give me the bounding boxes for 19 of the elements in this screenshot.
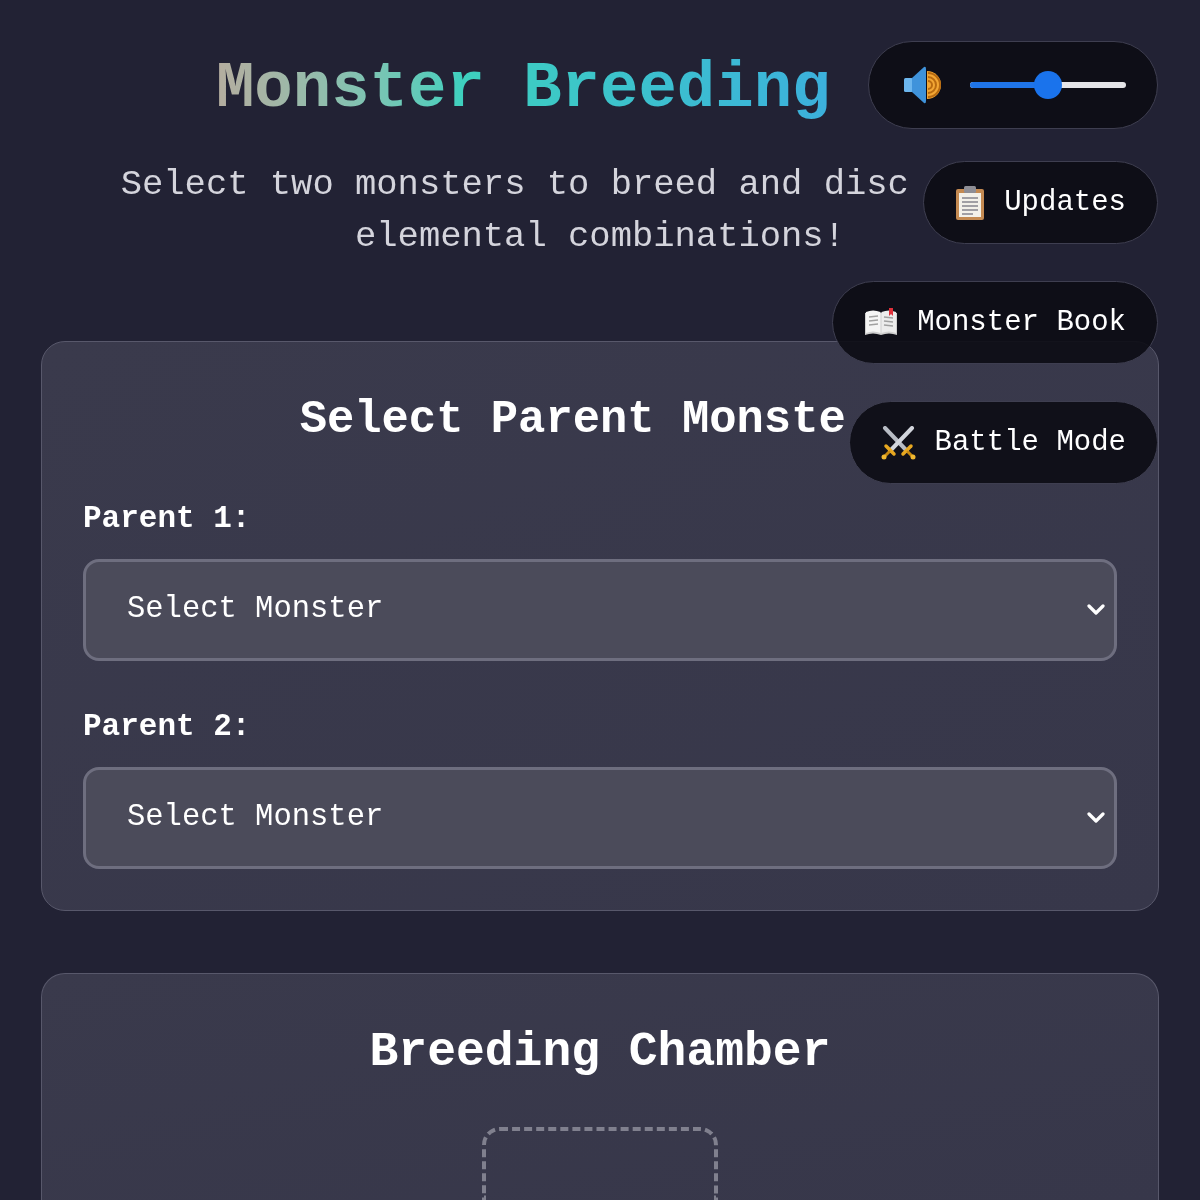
empty-monster-slot[interactable] [482,1127,718,1200]
chevron-down-icon [1087,604,1105,616]
page-subtitle: Select two monsters to breed and disc [120,163,909,207]
page-subtitle: elemental combinations! [355,215,845,259]
volume-slider[interactable] [970,71,1126,99]
slider-thumb[interactable] [1034,71,1062,99]
card-title: Breeding Chamber [369,1024,831,1081]
field-label: Parent 2: [83,708,251,746]
open-book-icon [864,307,899,338]
monster-dropdown[interactable]: Select Monster [83,767,1117,869]
monster-book-button[interactable]: Monster Book [832,281,1158,364]
battle-mode-button[interactable]: Battle Mode [848,401,1158,484]
field-label: Parent 1: [83,500,251,538]
chevron-down-icon [1087,812,1105,824]
crossed-swords-icon [880,425,916,460]
monster-dropdown[interactable]: Select Monster [83,559,1117,661]
clipboard-icon [955,185,986,220]
updates-button[interactable]: Updates [923,161,1158,244]
card-title: Select Parent Monste [299,393,846,448]
